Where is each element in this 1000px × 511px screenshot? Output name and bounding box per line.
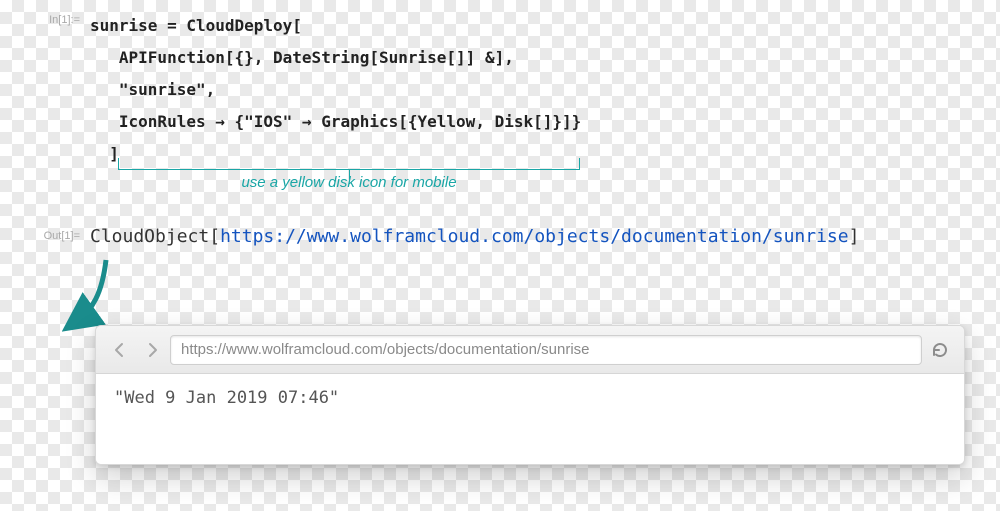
brace-underline xyxy=(118,158,580,170)
reload-button[interactable] xyxy=(926,336,954,364)
annotation-group: use a yellow disk icon for mobile xyxy=(118,170,980,220)
bracket-open: [ xyxy=(209,226,220,247)
bracket-close: ] xyxy=(849,226,860,247)
address-text: https://www.wolframcloud.com/objects/doc… xyxy=(181,341,590,358)
code-line-2: APIFunction[{}, DateString[Sunrise[]] &]… xyxy=(90,48,514,67)
output-label: Out[1]= xyxy=(20,226,90,242)
input-cell: In[1]:= sunrise = CloudDeploy[ APIFuncti… xyxy=(20,10,980,220)
browser-viewport: "Wed 9 Jan 2019 07:46" xyxy=(96,374,964,464)
page-response-text: "Wed 9 Jan 2019 07:46" xyxy=(114,388,339,408)
arrow-right-icon xyxy=(144,342,160,358)
arrow-left-icon xyxy=(112,342,128,358)
back-button[interactable] xyxy=(106,336,134,364)
forward-button[interactable] xyxy=(138,336,166,364)
output-cell: Out[1]= CloudObject[https://www.wolframc… xyxy=(20,226,980,247)
annotation-text: use a yellow disk icon for mobile xyxy=(118,174,580,191)
code-line-5: ] xyxy=(90,144,119,163)
output-body: CloudObject[https://www.wolframcloud.com… xyxy=(90,226,980,247)
code-block[interactable]: sunrise = CloudDeploy[ APIFunction[{}, D… xyxy=(90,10,980,170)
cloudobject-link[interactable]: https://www.wolframcloud.com/objects/doc… xyxy=(220,226,849,247)
browser-window: https://www.wolframcloud.com/objects/doc… xyxy=(95,325,965,465)
address-bar[interactable]: https://www.wolframcloud.com/objects/doc… xyxy=(170,335,922,365)
input-label: In[1]:= xyxy=(20,10,90,26)
code-line-1: sunrise = CloudDeploy[ xyxy=(90,16,302,35)
reload-icon xyxy=(931,341,949,359)
code-line-3: "sunrise", xyxy=(90,80,215,99)
browser-toolbar: https://www.wolframcloud.com/objects/doc… xyxy=(96,326,964,374)
cloudobject-head: CloudObject xyxy=(90,226,209,247)
code-line-4: IconRules → {"IOS" → Graphics[{Yellow, D… xyxy=(90,112,581,131)
